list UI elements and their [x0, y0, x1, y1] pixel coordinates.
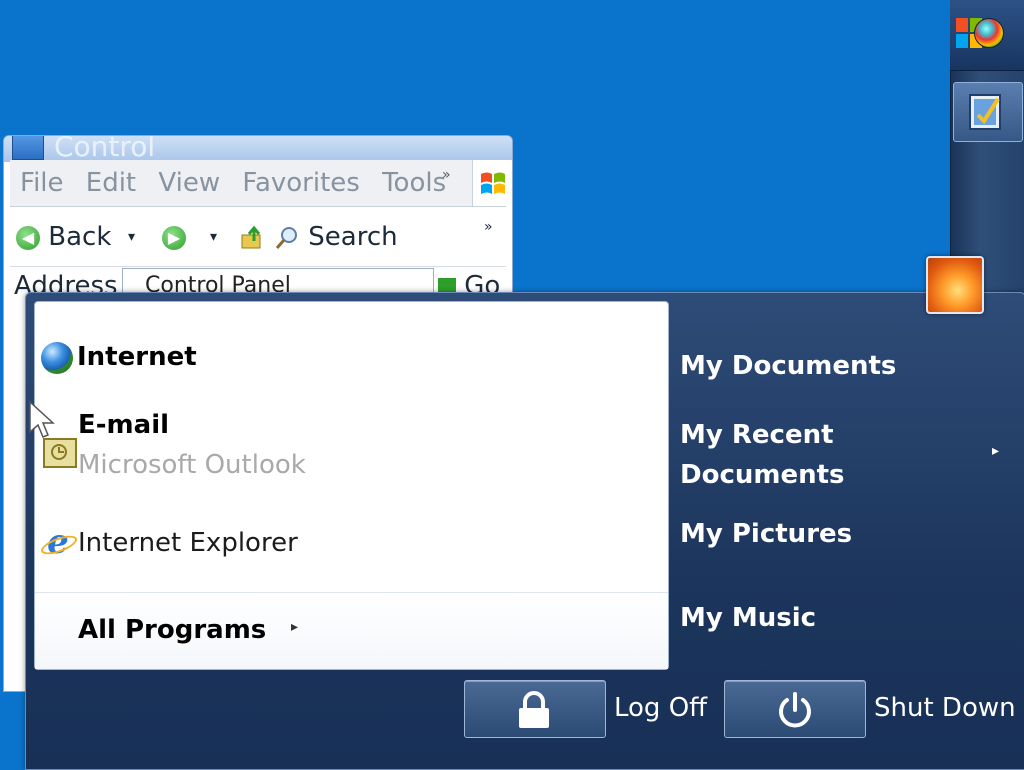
window-titlebar[interactable]: Control — [4, 136, 512, 162]
back-dropdown-icon[interactable]: ▾ — [128, 208, 135, 266]
menu-view[interactable]: View — [158, 168, 220, 198]
menu-edit[interactable]: Edit — [86, 168, 136, 198]
all-programs-label: All Programs — [78, 615, 267, 645]
control-panel-window-icon — [12, 136, 44, 160]
start-menu-right-pane: My Documents My Recent Documents ▸ My Pi… — [676, 307, 1016, 669]
recent-documents-arrow-icon[interactable]: ▸ — [992, 443, 999, 459]
recent-item-internet-explorer[interactable]: e Internet Explorer — [35, 522, 655, 566]
menu-favorites[interactable]: Favorites — [242, 168, 359, 198]
power-icon — [779, 692, 811, 728]
menu-file[interactable]: File — [20, 168, 64, 198]
mouse-cursor-icon — [29, 400, 55, 438]
windows-start-orb-icon — [974, 18, 1004, 48]
search-label: Search — [308, 222, 398, 252]
pinned-item-email-title: E-mail — [78, 410, 170, 440]
menu-overflow-chevron-icon[interactable]: » — [442, 152, 451, 198]
forward-button[interactable]: ▶ — [162, 208, 186, 266]
taskbar-app-control-panel[interactable] — [953, 82, 1023, 142]
all-programs-button[interactable]: All Programs ▸ — [35, 592, 668, 669]
shut-down-label: Shut Down — [874, 693, 1016, 723]
start-menu-left-pane: Internet E-mail Microsoft Outlook e Inte… — [34, 301, 669, 670]
all-programs-arrow-icon: ▸ — [291, 619, 299, 635]
forward-arrow-icon: ▶ — [162, 225, 186, 250]
start-button[interactable] — [950, 0, 1024, 71]
back-arrow-icon: ◀ — [16, 225, 40, 250]
up-folder-icon — [241, 225, 261, 248]
forward-dropdown-icon[interactable]: ▾ — [210, 208, 217, 266]
up-folder-button[interactable] — [240, 208, 266, 266]
lock-icon — [519, 691, 549, 728]
user-picture[interactable] — [926, 256, 984, 314]
menu-bar: File Edit View Favorites Tools » — [10, 160, 512, 207]
log-off-button[interactable] — [464, 680, 606, 738]
right-item-my-pictures[interactable]: My Pictures — [680, 519, 980, 549]
globe-icon — [41, 342, 73, 374]
window-title: Control — [54, 136, 156, 162]
back-button[interactable]: ◀ Back — [16, 208, 111, 266]
right-item-my-recent-documents[interactable]: My Recent Documents — [680, 415, 980, 495]
back-label: Back — [48, 222, 112, 252]
menu-tools[interactable]: Tools — [382, 168, 446, 198]
control-panel-icon — [969, 94, 1001, 130]
pinned-item-internet-title: Internet — [77, 342, 197, 372]
toolbar: ◀ Back ▾ ▶ ▾ Search » — [10, 208, 506, 267]
recent-item-internet-explorer-title: Internet Explorer — [78, 528, 298, 558]
start-menu-bottom-bar: Log Off Shut Down — [26, 673, 1024, 769]
pinned-item-email[interactable]: E-mail Microsoft Outlook — [35, 406, 655, 486]
internet-explorer-icon: e — [43, 525, 73, 559]
pinned-item-email-subtitle: Microsoft Outlook — [78, 450, 306, 480]
pinned-item-internet[interactable]: Internet — [35, 338, 655, 386]
right-item-my-music[interactable]: My Music — [680, 603, 980, 633]
search-icon — [275, 226, 297, 249]
log-off-label: Log Off — [614, 693, 708, 723]
search-button[interactable]: Search — [274, 208, 398, 266]
shut-down-button[interactable] — [724, 680, 866, 738]
email-icon — [43, 438, 77, 468]
right-item-my-documents[interactable]: My Documents — [680, 351, 980, 381]
start-menu: Internet E-mail Microsoft Outlook e Inte… — [25, 292, 1024, 770]
toolbar-overflow-chevron-icon[interactable]: » — [484, 198, 493, 256]
